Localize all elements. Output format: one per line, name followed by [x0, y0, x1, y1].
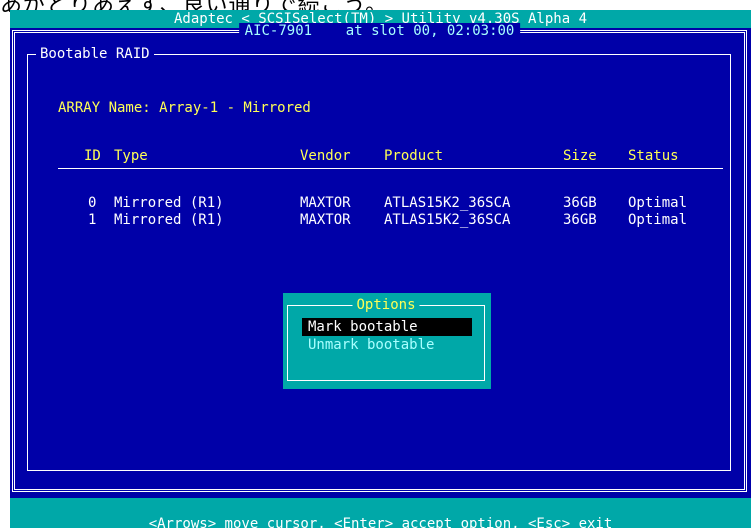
status-bar: <Arrows> move cursor, <Enter> accept opt… [10, 498, 751, 528]
row-size: 36GB [563, 195, 597, 211]
row-product: ATLAS15K2_36SCA [384, 195, 511, 211]
array-name-label: ARRAY Name: Array-1 - Mirrored [58, 100, 311, 116]
status-help-text: <Arrows> move cursor, <Enter> accept opt… [148, 516, 613, 528]
row-product: ATLAS15K2_36SCA [384, 212, 511, 228]
adapter-caption: AIC-7901 at slot 00, 02:03:00 [238, 23, 521, 39]
options-popup: Options Mark bootable Unmark bootable [283, 293, 491, 389]
option-unmark-bootable[interactable]: Unmark bootable [302, 336, 440, 354]
row-status: Optimal [628, 212, 688, 228]
row-vendor: MAXTOR [300, 212, 351, 228]
column-header-id: ID [84, 148, 101, 164]
row-type: Mirrored (R1) [114, 212, 224, 228]
option-mark-bootable[interactable]: Mark bootable [302, 318, 472, 336]
column-header-type: Type [114, 148, 148, 164]
bootable-raid-panel: Bootable RAID ARRAY Name: Array-1 - Mirr… [27, 46, 731, 471]
column-header-product: Product [384, 148, 444, 164]
options-frame: Options Mark bootable Unmark bootable [287, 297, 485, 381]
bios-screen: Adaptec < SCSISelect(TM) > Utility v4.30… [10, 10, 751, 528]
header-divider [58, 168, 723, 169]
row-size: 36GB [563, 212, 597, 228]
options-title: Options [352, 297, 420, 313]
panel-title: Bootable RAID [36, 46, 154, 62]
row-vendor: MAXTOR [300, 195, 351, 211]
column-header-size: Size [563, 148, 597, 164]
adapter-frame: AIC-7901 at slot 00, 02:03:00 Bootable R… [12, 23, 747, 492]
column-header-vendor: Vendor [300, 148, 351, 164]
row-id: 0 [88, 195, 97, 211]
row-id: 1 [88, 212, 97, 228]
row-type: Mirrored (R1) [114, 195, 224, 211]
column-header-status: Status [628, 148, 679, 164]
row-status: Optimal [628, 195, 688, 211]
